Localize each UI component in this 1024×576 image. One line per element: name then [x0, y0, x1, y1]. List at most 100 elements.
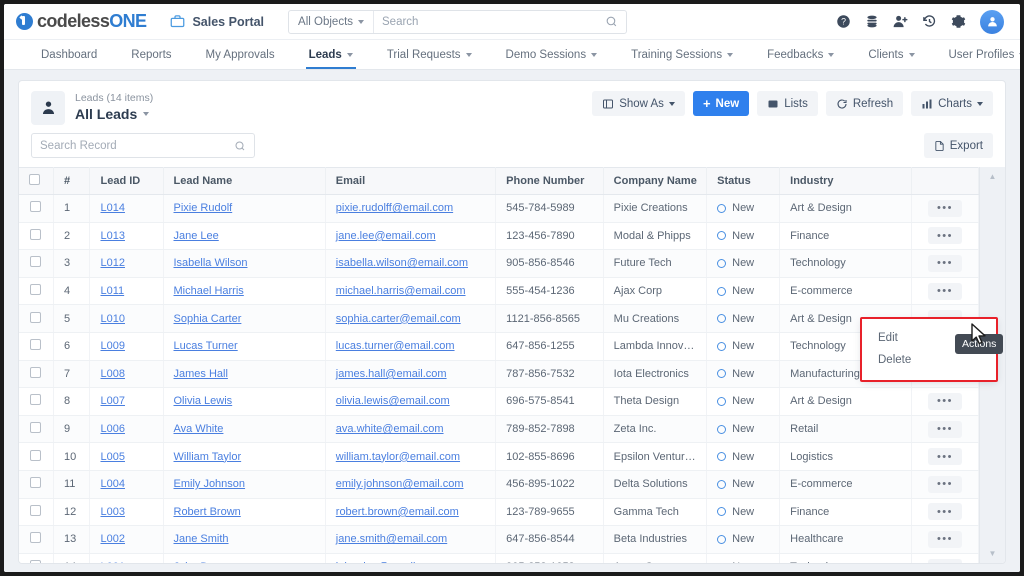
lead-name-link[interactable]: Sophia Carter: [174, 313, 242, 325]
nav-item-demo-sessions[interactable]: Demo Sessions: [489, 40, 615, 69]
table-row[interactable]: 3 L012 Isabella Wilson isabella.wilson@emai…: [19, 249, 979, 278]
email-link[interactable]: lucas.turner@email.com: [336, 340, 455, 352]
lead-name-link[interactable]: Emily Johnson: [174, 478, 246, 490]
search-icon[interactable]: [234, 140, 246, 152]
row-checkbox[interactable]: [30, 477, 42, 489]
row-actions-button[interactable]: •••: [927, 282, 962, 300]
row-actions-button[interactable]: •••: [927, 420, 962, 438]
lead-id-link[interactable]: L008: [100, 368, 124, 380]
row-checkbox[interactable]: [30, 201, 42, 213]
table-row[interactable]: 9 L006 Ava White ava.white@email.com 789-852…: [19, 415, 979, 444]
table-row[interactable]: 8 L007 Olivia Lewis olivia.lewis@email.com 6…: [19, 387, 979, 416]
row-actions-button[interactable]: •••: [927, 558, 962, 563]
lead-id-link[interactable]: L001: [100, 561, 124, 563]
row-checkbox[interactable]: [30, 394, 42, 406]
object-filter-dropdown[interactable]: All Objects: [289, 10, 375, 33]
row-checkbox[interactable]: [30, 504, 42, 516]
col-header-number[interactable]: #: [53, 167, 91, 195]
scroll-down-icon[interactable]: ▼: [989, 549, 997, 558]
lead-name-link[interactable]: James Hall: [174, 368, 228, 380]
lead-id-link[interactable]: L014: [100, 202, 124, 214]
col-header-email[interactable]: Email: [325, 167, 497, 195]
table-row[interactable]: 4 L011 Michael Harris michael.harris@email.…: [19, 277, 979, 306]
nav-item-training-sessions[interactable]: Training Sessions: [614, 40, 750, 69]
nav-item-clients[interactable]: Clients: [851, 40, 931, 69]
email-link[interactable]: jane.lee@email.com: [336, 230, 436, 242]
lead-name-link[interactable]: Michael Harris: [174, 285, 244, 297]
lead-name-link[interactable]: John Doe: [174, 561, 221, 563]
row-checkbox[interactable]: [30, 311, 42, 323]
lead-name-link[interactable]: Jane Lee: [174, 230, 219, 242]
col-header-lead-name[interactable]: Lead Name: [163, 167, 326, 195]
nav-item-my-approvals[interactable]: My Approvals: [189, 40, 292, 69]
database-icon[interactable]: [865, 14, 879, 29]
brand-logo[interactable]: codelessONE: [16, 11, 147, 32]
row-actions-button[interactable]: •••: [927, 392, 962, 410]
lead-id-link[interactable]: L006: [100, 423, 124, 435]
charts-button[interactable]: Charts: [911, 91, 993, 116]
col-header-industry[interactable]: Industry: [779, 167, 912, 195]
lead-name-link[interactable]: Pixie Rudolf: [174, 202, 233, 214]
row-actions-button[interactable]: •••: [927, 199, 962, 217]
avatar[interactable]: [980, 9, 1004, 34]
row-checkbox[interactable]: [30, 228, 42, 240]
lead-id-link[interactable]: L005: [100, 451, 124, 463]
lead-id-link[interactable]: L007: [100, 395, 124, 407]
table-row[interactable]: 14 L001 John Doe john.doe@email.com 905-252-…: [19, 553, 979, 563]
lead-name-link[interactable]: Jane Smith: [174, 533, 229, 545]
add-user-icon[interactable]: [893, 14, 908, 29]
table-row[interactable]: 7 L008 James Hall james.hall@email.com 787-8…: [19, 360, 979, 389]
lead-id-link[interactable]: L013: [100, 230, 124, 242]
lead-name-link[interactable]: Robert Brown: [174, 506, 241, 518]
nav-item-feedbacks[interactable]: Feedbacks: [750, 40, 851, 69]
lead-id-link[interactable]: L010: [100, 313, 124, 325]
row-checkbox[interactable]: [30, 560, 42, 563]
table-row[interactable]: 11 L004 Emily Johnson emily.johnson@email.c…: [19, 470, 979, 499]
email-link[interactable]: robert.brown@email.com: [336, 506, 459, 518]
email-link[interactable]: william.taylor@email.com: [336, 451, 460, 463]
row-actions-button[interactable]: •••: [927, 448, 962, 466]
show-as-button[interactable]: Show As: [592, 91, 685, 116]
email-link[interactable]: john.doe@email.com: [336, 561, 440, 563]
lead-name-link[interactable]: William Taylor: [174, 451, 242, 463]
email-link[interactable]: sophia.carter@email.com: [336, 313, 461, 325]
table-row[interactable]: 12 L003 Robert Brown robert.brown@email.com…: [19, 498, 979, 527]
history-icon[interactable]: [922, 14, 937, 29]
row-actions-button[interactable]: •••: [927, 254, 962, 272]
lead-name-link[interactable]: Olivia Lewis: [174, 395, 233, 407]
new-button[interactable]: + New: [692, 91, 750, 116]
lists-button[interactable]: Lists: [757, 91, 818, 116]
lead-name-link[interactable]: Lucas Turner: [174, 340, 238, 352]
email-link[interactable]: olivia.lewis@email.com: [336, 395, 450, 407]
refresh-button[interactable]: Refresh: [825, 91, 904, 116]
table-row[interactable]: 2 L013 Jane Lee jane.lee@email.com 123-456-7…: [19, 222, 979, 251]
lead-id-link[interactable]: L004: [100, 478, 124, 490]
page-title[interactable]: All Leads: [75, 105, 153, 123]
lead-id-link[interactable]: L011: [100, 285, 124, 297]
email-link[interactable]: emily.johnson@email.com: [336, 478, 464, 490]
lead-name-link[interactable]: Ava White: [174, 423, 224, 435]
row-actions-button[interactable]: •••: [927, 530, 962, 548]
nav-item-dashboard[interactable]: Dashboard: [24, 40, 114, 69]
nav-item-user-profiles[interactable]: User Profiles: [932, 40, 1020, 69]
email-link[interactable]: james.hall@email.com: [336, 368, 447, 380]
lead-id-link[interactable]: L009: [100, 340, 124, 352]
email-link[interactable]: isabella.wilson@email.com: [336, 257, 468, 269]
row-checkbox[interactable]: [30, 256, 42, 268]
col-header-status[interactable]: Status: [706, 167, 781, 195]
scroll-up-icon[interactable]: ▲: [989, 172, 997, 181]
nav-item-leads[interactable]: Leads: [292, 40, 370, 69]
row-checkbox[interactable]: [30, 422, 42, 434]
row-actions-button[interactable]: •••: [927, 227, 962, 245]
row-checkbox[interactable]: [30, 449, 42, 461]
lead-name-link[interactable]: Isabella Wilson: [174, 257, 248, 269]
table-row[interactable]: 10 L005 William Taylor william.taylor@email…: [19, 442, 979, 471]
select-all-checkbox[interactable]: [29, 174, 40, 185]
email-link[interactable]: jane.smith@email.com: [336, 533, 447, 545]
row-checkbox[interactable]: [30, 339, 42, 351]
row-actions-button[interactable]: •••: [927, 503, 962, 521]
nav-item-reports[interactable]: Reports: [114, 40, 188, 69]
portal-switcher[interactable]: Sales Portal: [170, 14, 264, 29]
col-header-phone[interactable]: Phone Number: [495, 167, 604, 195]
table-row[interactable]: 5 L010 Sophia Carter sophia.carter@email.co…: [19, 304, 979, 333]
